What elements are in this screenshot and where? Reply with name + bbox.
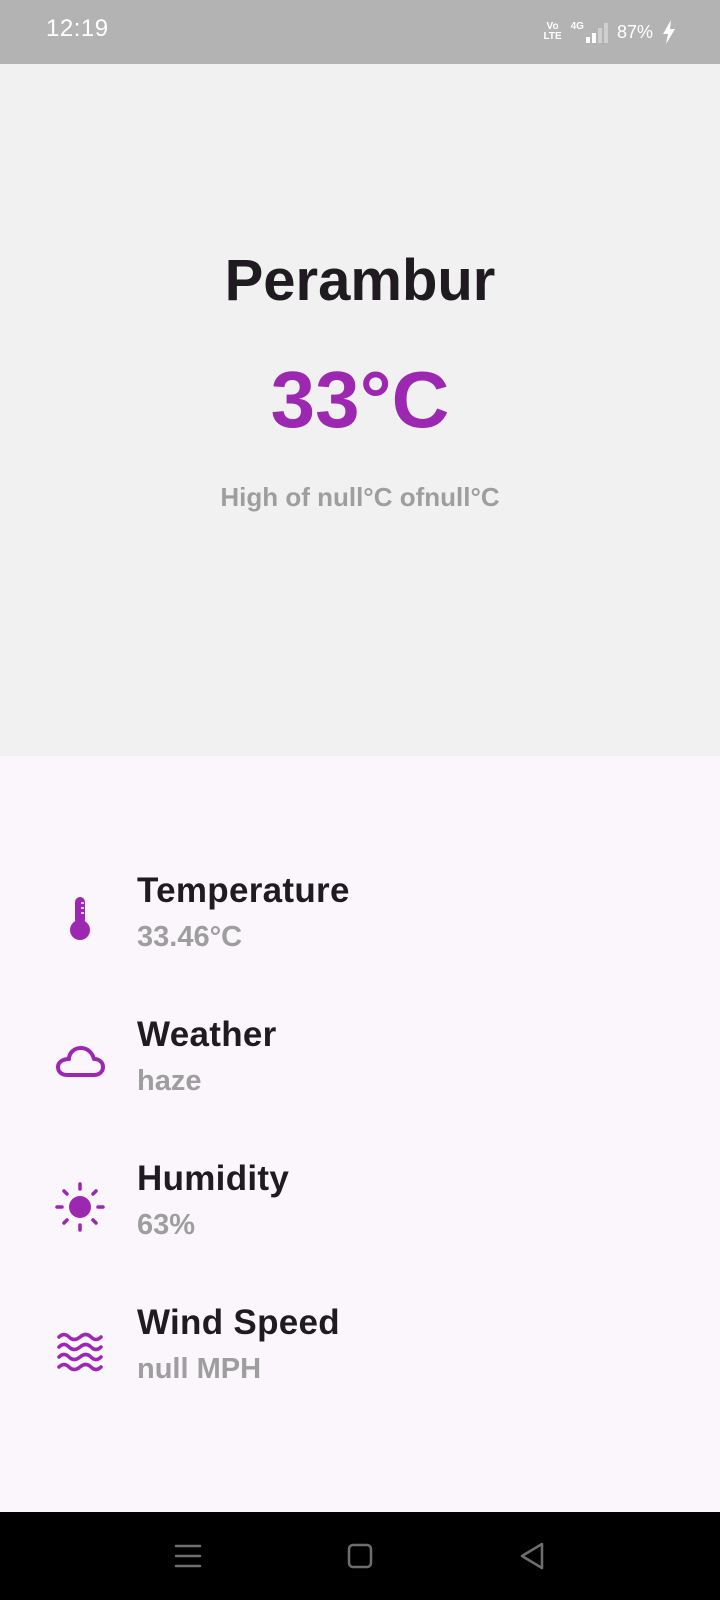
temperature-range: High of null°C ofnull°C [220,482,500,512]
detail-label: Humidity [137,1159,290,1198]
detail-row-weather: Weather haze [0,1015,720,1125]
weather-details-list: Temperature 33.46°C Weather haze Humidit… [0,756,720,1512]
battery-percentage: 87% [616,21,653,42]
detail-value: null MPH [137,1353,262,1385]
city-name: Perambur [224,248,496,313]
detail-row-wind-speed: Wind Speed null MPH [0,1303,720,1413]
status-bar: 12:19 Vo LTE 4G 87% [0,0,720,64]
detail-label: Weather [137,1015,277,1054]
signal-bar [597,28,602,43]
signal-icon: 4G [571,21,608,43]
detail-label: Temperature [137,871,350,910]
sun-icon [55,1182,105,1232]
detail-label: Wind Speed [137,1303,340,1342]
detail-value: haze [137,1065,202,1097]
signal-bar [603,23,608,43]
charging-icon [663,20,675,44]
network-type-label: 4G [570,21,584,32]
menu-icon[interactable] [166,1534,210,1578]
volte-bottom-label: LTE [543,31,562,42]
triangle-back-icon[interactable] [510,1534,554,1578]
status-time: 12:19 [46,15,109,42]
system-navigation-bar [0,1512,720,1600]
detail-value: 63% [137,1209,196,1241]
detail-value: 33.46°C [137,921,243,953]
waves-icon [57,1332,103,1372]
current-temperature: 33°C [270,355,450,444]
thermometer-icon [70,897,90,940]
signal-bar [591,33,596,43]
cloud-icon [56,1046,105,1077]
status-indicators: Vo LTE 4G 87% [543,18,676,46]
volte-icon: Vo LTE [543,22,561,42]
detail-row-temperature: Temperature 33.46°C [0,871,720,981]
square-icon[interactable] [338,1534,382,1578]
detail-row-humidity: Humidity 63% [0,1159,720,1269]
signal-bar [585,37,590,43]
current-weather-panel: Perambur 33°C High of null°C ofnull°C [0,64,720,756]
